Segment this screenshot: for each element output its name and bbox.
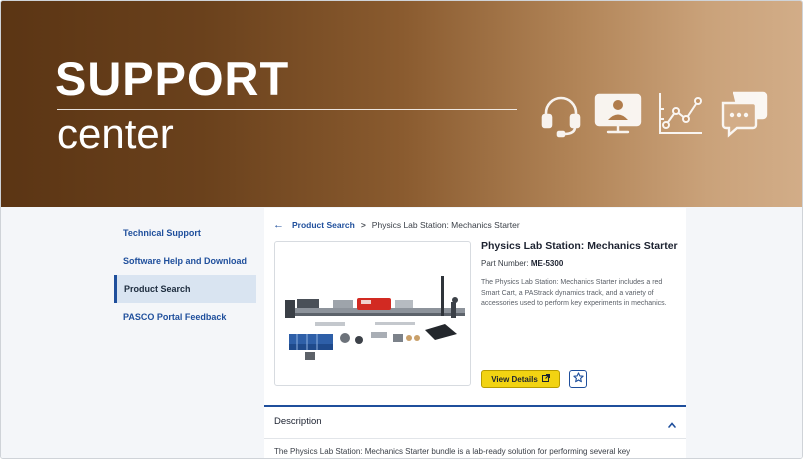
chevron-up-icon[interactable]: [667, 417, 677, 428]
breadcrumb: ← Product Search > Physics Lab Station: …: [273, 219, 520, 231]
part-number-label: Part Number:: [481, 259, 529, 268]
description-divider: [264, 438, 686, 439]
view-details-label: View Details: [491, 374, 538, 384]
external-link-icon: [541, 374, 550, 384]
product-description: The Physics Lab Station: Mechanics Start…: [481, 279, 667, 307]
sidebar-item-technical-support[interactable]: Technical Support: [114, 219, 256, 247]
favorite-button[interactable]: [569, 370, 587, 388]
sidebar-item-portal-feedback[interactable]: PASCO Portal Feedback: [114, 303, 256, 331]
star-icon: [572, 370, 584, 388]
breadcrumb-link-product-search[interactable]: Product Search: [292, 220, 355, 230]
breadcrumb-current: Physics Lab Station: Mechanics Starter: [371, 220, 520, 230]
product-image: [274, 241, 471, 386]
support-banner: SUPPORT center: [1, 1, 802, 207]
line-chart-icon: [656, 89, 706, 139]
breadcrumb-separator: >: [360, 220, 366, 230]
product-title: Physics Lab Station: Mechanics Starter: [481, 240, 678, 252]
arrow-left-icon[interactable]: ←: [273, 219, 284, 231]
banner-title: SUPPORT: [55, 52, 290, 105]
headset-icon: [536, 89, 586, 139]
monitor-user-icon: [593, 89, 643, 139]
description-heading[interactable]: Description: [274, 416, 322, 427]
product-part-number: Part Number: ME-5300: [481, 259, 563, 268]
sidebar-item-product-search[interactable]: Product Search: [114, 275, 256, 303]
sidebar-nav: Technical Support Software Help and Down…: [114, 219, 256, 331]
chat-bubble-icon: [719, 89, 769, 139]
sidebar-item-software-help[interactable]: Software Help and Download: [114, 247, 256, 275]
part-number-value: ME-5300: [530, 259, 564, 268]
view-details-button[interactable]: View Details: [481, 370, 560, 388]
description-body: The Physics Lab Station: Mechanics Start…: [274, 447, 631, 456]
support-page: SUPPORT center Technical Support Softwar…: [0, 0, 803, 459]
banner-subtitle: center: [57, 110, 174, 157]
